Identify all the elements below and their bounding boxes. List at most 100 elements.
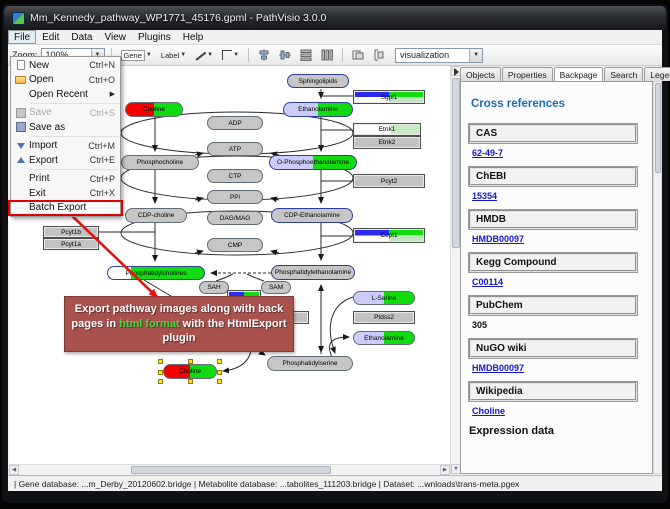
distribute-rows-button[interactable] xyxy=(297,47,315,64)
menu-item-exit[interactable]: ExitCtrl+X xyxy=(12,186,119,201)
pathway-node-sgpl1[interactable]: Sgpl1 xyxy=(353,90,425,104)
pathway-node-choline[interactable]: Choline xyxy=(163,364,217,379)
label-icon: Label xyxy=(161,51,179,60)
pathway-node-atp[interactable]: ATP xyxy=(207,142,263,156)
tab-objects[interactable]: Objects xyxy=(460,67,501,81)
selection-handle[interactable] xyxy=(158,359,163,364)
menu-item-label: Import xyxy=(29,140,88,151)
vertical-scroll-thumb[interactable] xyxy=(452,78,460,248)
gene-icon: Gene xyxy=(121,50,145,61)
pathway-node-cmp[interactable]: CMP xyxy=(207,238,263,252)
crossref-source-name: ChEBI xyxy=(469,167,637,186)
menu-item-label: Print xyxy=(29,173,90,184)
pathway-node-phosphatidylcholines[interactable]: Phosphatidylcholines xyxy=(107,266,205,280)
stack-button[interactable] xyxy=(370,47,388,64)
canvas-horizontal-scrollbar[interactable]: ◀ ▶ xyxy=(9,464,450,474)
crossref-section-wikipedia: WikipediaCholine xyxy=(469,382,652,416)
pathway-node-phosphocholine[interactable]: Phosphocholine xyxy=(121,155,199,170)
crossref-link[interactable]: HMDB00097 xyxy=(472,234,652,244)
crossref-value: 305 xyxy=(472,320,652,330)
distribute-columns-button[interactable] xyxy=(318,47,336,64)
pathway-node-choline[interactable]: Choline xyxy=(125,102,183,117)
pathway-node-dag-mag[interactable]: DAG/MAG xyxy=(207,211,263,225)
selection-handle[interactable] xyxy=(158,379,163,384)
window-title: Mm_Kennedy_pathway_WP1771_45176.gpml - P… xyxy=(30,12,326,24)
draw-connector-button[interactable]: ▼ xyxy=(219,47,242,64)
menu-item-open[interactable]: OpenCtrl+O xyxy=(12,73,119,88)
selection-handle[interactable] xyxy=(217,379,222,384)
selection-handle[interactable] xyxy=(188,379,193,384)
panel-scrollbar[interactable] xyxy=(653,81,662,474)
pathway-node-ethanolamine[interactable]: Ethanolamine xyxy=(283,102,353,117)
selection-handle[interactable] xyxy=(217,359,222,364)
crossref-section-chebi: ChEBI 15354 xyxy=(469,167,652,201)
panel-splitter-icon[interactable] xyxy=(454,68,459,76)
menu-item-print[interactable]: PrintCtrl+P xyxy=(12,172,119,187)
pathway-node-etnk2[interactable]: Etnk2 xyxy=(353,136,421,149)
crossref-link[interactable]: Choline xyxy=(472,406,652,416)
menubar-item-edit[interactable]: Edit xyxy=(36,30,65,44)
menubar-item-file[interactable]: File xyxy=(8,30,36,44)
crossref-link[interactable]: 62-49-7 xyxy=(472,148,652,158)
selection-handle[interactable] xyxy=(158,370,163,375)
chevron-down-icon[interactable]: ▼ xyxy=(469,49,482,62)
callout-highlight-text: html format xyxy=(119,318,180,330)
add-gene-button[interactable]: Gene▼ xyxy=(118,47,155,64)
menubar-item-data[interactable]: Data xyxy=(65,30,98,44)
pathway-node-cept1[interactable]: Cept1 xyxy=(353,228,425,243)
menu-item-open-recent[interactable]: Open Recent▶ xyxy=(12,87,119,102)
menubar-item-plugins[interactable]: Plugins xyxy=(132,30,177,44)
crossref-link[interactable]: HMDB00097 xyxy=(472,363,652,373)
pathway-node-adp[interactable]: ADP xyxy=(207,116,263,130)
pathway-node-o-phosphoethanolamine[interactable]: O-Phosphoethanolamine xyxy=(269,155,357,170)
pathway-node-cdp-ethanolamine[interactable]: CDP-Ethanolamine xyxy=(271,208,353,223)
crossref-link[interactable]: 15354 xyxy=(472,191,652,201)
crossref-link[interactable]: C00114 xyxy=(472,277,652,287)
pathway-node-cdp-choline[interactable]: CDP-choline xyxy=(125,208,187,223)
pathway-node-l-serine[interactable]: L-Serine xyxy=(353,291,415,305)
canvas-vertical-scrollbar[interactable]: ▲ ▼ xyxy=(450,66,460,474)
align-horizontal-center-button[interactable] xyxy=(255,47,273,64)
common-size-button[interactable] xyxy=(349,47,367,64)
selection-handle[interactable] xyxy=(188,359,193,364)
menu-item-import[interactable]: ImportCtrl+M xyxy=(12,139,119,154)
menubar-item-view[interactable]: View xyxy=(98,30,132,44)
pathway-node-phosphatidylserine[interactable]: Phosphatidylserine xyxy=(267,356,353,371)
menu-item-save-as[interactable]: Save as xyxy=(12,120,119,135)
scroll-left-icon[interactable]: ◀ xyxy=(9,465,19,475)
backpage-panel: Cross references CAS62-49-7ChEBI15354HMD… xyxy=(460,81,653,474)
add-label-button[interactable]: Label▼ xyxy=(158,47,189,64)
pathway-node-ctp[interactable]: CTP xyxy=(207,169,263,183)
menu-item-export[interactable]: ExportCtrl+E xyxy=(12,153,119,168)
tab-search[interactable]: Search xyxy=(604,67,643,81)
tab-backpage[interactable]: Backpage xyxy=(554,67,604,82)
scroll-right-icon[interactable]: ▶ xyxy=(440,465,450,475)
pathway-node-pcyt2[interactable]: Pcyt2 xyxy=(353,174,425,188)
menu-item-batch-export[interactable]: Batch Export xyxy=(12,201,119,216)
crossref-section-hmdb: HMDBHMDB00097 xyxy=(469,210,652,244)
pathway-node-sphingolipids[interactable]: Sphingolipids xyxy=(287,74,349,88)
pathway-node-ppi[interactable]: PPi xyxy=(207,190,263,204)
tab-legend[interactable]: Legend xyxy=(644,67,670,81)
pathway-node-pcyt1a[interactable]: Pcyt1a xyxy=(43,238,99,250)
pathway-node-ptdss2[interactable]: Ptdss2 xyxy=(353,311,415,324)
horizontal-scroll-thumb[interactable] xyxy=(131,466,331,474)
panel-scroll-thumb[interactable] xyxy=(655,83,661,173)
visualization-combobox[interactable]: visualization ▼ xyxy=(395,48,483,63)
menu-item-save[interactable]: SaveCtrl+S xyxy=(12,106,119,121)
align-vertical-center-button[interactable] xyxy=(276,47,294,64)
pathway-node-ethanolamine[interactable]: Ethanolamine xyxy=(353,331,415,345)
draw-line-button[interactable]: ▼ xyxy=(192,47,216,64)
pathway-node-sam[interactable]: SAM xyxy=(261,281,291,294)
title-bar[interactable]: Mm_Kennedy_pathway_WP1771_45176.gpml - P… xyxy=(4,6,666,30)
menu-shortcut: Ctrl+P xyxy=(90,174,115,184)
selection-handle[interactable] xyxy=(217,370,222,375)
menu-shortcut: Ctrl+S xyxy=(90,108,115,118)
menubar-item-help[interactable]: Help xyxy=(177,30,210,44)
pathway-node-pcyt1b[interactable]: Pcyt1b xyxy=(43,226,99,238)
pathway-node-phosphatidylethanolamine[interactable]: Phosphatidylethanolamine xyxy=(271,265,355,280)
tab-properties[interactable]: Properties xyxy=(502,67,553,81)
pathway-node-sah[interactable]: SAH xyxy=(199,281,229,294)
menu-item-new[interactable]: NewCtrl+N xyxy=(12,58,119,73)
pathway-node-etnk1[interactable]: Etnk1 xyxy=(353,123,421,136)
